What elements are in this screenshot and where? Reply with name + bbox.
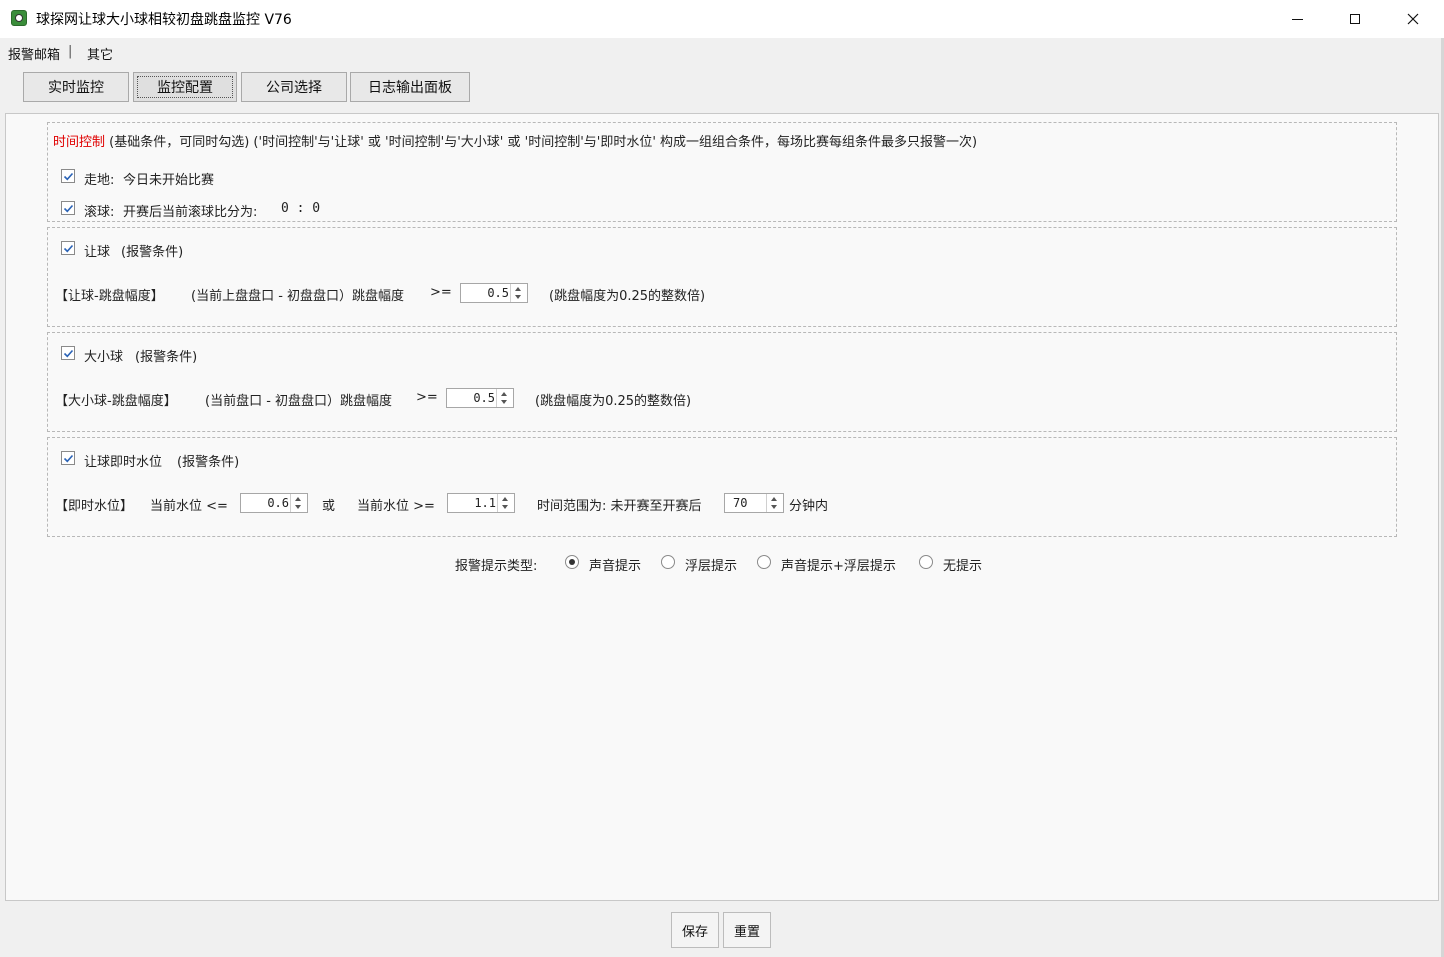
spinner-arrows[interactable] <box>497 494 514 512</box>
save-button[interactable]: 保存 <box>671 912 719 948</box>
tab-log-output[interactable]: 日志输出面板 <box>350 72 470 102</box>
checkmark-icon <box>63 172 73 180</box>
spin-down-icon <box>502 505 508 509</box>
spin-up-icon <box>771 497 777 501</box>
rolling-score: 0 : 0 <box>281 201 321 216</box>
odds-suffix: (报警条件) <box>177 455 240 470</box>
spin-down-icon <box>515 295 521 299</box>
alert-type-label: 报警提示类型: <box>455 559 538 574</box>
radio-sound-label[interactable]: 声音提示 <box>589 555 641 574</box>
handicap-jump-value: 0.5 <box>487 286 509 300</box>
spin-down-icon <box>295 505 301 509</box>
odds-high-label: 当前水位 >= <box>357 499 435 514</box>
radio-sound-overlay[interactable] <box>757 555 771 569</box>
overunder-operator: >= <box>416 390 438 405</box>
odds-high-spinner[interactable]: 1.1 <box>447 493 515 513</box>
overunder-row-label: 【大小球-跳盘幅度】 <box>55 394 177 409</box>
odds-or-label: 或 <box>322 499 336 514</box>
menu-other[interactable]: 其它 <box>87 44 113 63</box>
spin-up-icon <box>502 497 508 501</box>
spin-down-icon <box>501 400 507 404</box>
handicap-operator: >= <box>430 285 452 300</box>
minimize-icon <box>1291 18 1303 20</box>
odds-low-spinner[interactable]: 0.6 <box>240 493 308 513</box>
odds-checkbox[interactable] <box>61 451 75 465</box>
handicap-hint: (跳盘幅度为0.25的整数倍) <box>549 289 706 304</box>
spin-up-icon <box>501 392 507 396</box>
menu-separator: | <box>68 44 73 59</box>
checkmark-icon <box>63 454 73 462</box>
tab-realtime-monitor[interactable]: 实时监控 <box>23 72 129 102</box>
handicap-jump-spinner[interactable]: 0.5 <box>460 283 528 303</box>
close-icon <box>1407 13 1419 25</box>
odds-high-value: 1.1 <box>474 496 496 510</box>
spinner-arrows[interactable] <box>290 494 307 512</box>
overunder-label: 大小球 <box>84 350 124 365</box>
minimize-button[interactable] <box>1268 0 1326 38</box>
odds-label: 让球即时水位 <box>84 455 163 470</box>
overunder-jump-value: 0.5 <box>473 391 495 405</box>
odds-row-label: 【即时水位】 <box>55 499 134 514</box>
spinner-arrows[interactable] <box>766 494 783 512</box>
tab-company-select[interactable]: 公司选择 <box>241 72 347 102</box>
odds-low-value: 0.6 <box>267 496 289 510</box>
maximize-icon <box>1350 14 1360 24</box>
radio-sound[interactable] <box>565 555 579 569</box>
overunder-group <box>47 332 1397 432</box>
time-control-heading: 时间控制 <box>53 135 106 150</box>
checkmark-icon <box>63 349 73 357</box>
handicap-formula: (当前上盘盘口 - 初盘盘口）跳盘幅度 <box>191 289 405 304</box>
walk-label: 走地: <box>84 173 115 188</box>
rolling-text: 开赛后当前滚球比分为: <box>123 205 258 220</box>
minutes-value: 70 <box>733 496 748 510</box>
menu-alert-email[interactable]: 报警邮箱 <box>8 44 60 63</box>
handicap-group <box>47 227 1397 327</box>
spinner-arrows[interactable] <box>510 284 527 302</box>
walk-text: 今日未开始比赛 <box>123 173 215 188</box>
maximize-button[interactable] <box>1326 0 1384 38</box>
spin-down-icon <box>771 505 777 509</box>
title-bar: 球探网让球大小球相较初盘跳盘监控 V76 <box>0 0 1444 38</box>
reset-button[interactable]: 重置 <box>723 912 771 948</box>
window-title: 球探网让球大小球相较初盘跳盘监控 V76 <box>36 12 292 28</box>
tab-monitor-config[interactable]: 监控配置 <box>133 72 237 102</box>
odds-group <box>47 437 1397 537</box>
rolling-label: 滚球: <box>84 205 115 220</box>
walk-checkbox[interactable] <box>61 169 75 183</box>
overunder-checkbox[interactable] <box>61 346 75 360</box>
spin-up-icon <box>515 287 521 291</box>
minutes-select[interactable]: 70 <box>724 493 784 513</box>
radio-overlay-label[interactable]: 浮层提示 <box>685 555 737 574</box>
time-control-header: 时间控制 (基础条件，可同时勾选) ('时间控制'与'让球' 或 '时间控制'与… <box>53 131 977 150</box>
spin-up-icon <box>295 497 301 501</box>
handicap-checkbox[interactable] <box>61 241 75 255</box>
radio-none-label[interactable]: 无提示 <box>943 555 982 574</box>
checkmark-icon <box>63 204 73 212</box>
odds-range-label: 时间范围为: 未开赛至开赛后 <box>537 499 702 514</box>
time-control-description: (基础条件，可同时勾选) ('时间控制'与'让球' 或 '时间控制'与'大小球'… <box>105 135 978 150</box>
handicap-label: 让球 <box>84 245 111 260</box>
menu-bar: 报警邮箱 | 其它 <box>0 38 1444 65</box>
odds-low-label: 当前水位 <= <box>150 499 228 514</box>
close-button[interactable] <box>1384 0 1442 38</box>
checkmark-icon <box>63 244 73 252</box>
minutes-suffix: 分钟内 <box>789 499 829 514</box>
rolling-checkbox[interactable] <box>61 201 75 215</box>
radio-none[interactable] <box>919 555 933 569</box>
overunder-suffix: (报警条件) <box>135 350 198 365</box>
overunder-formula: (当前盘口 - 初盘盘口）跳盘幅度 <box>205 394 393 409</box>
radio-sound-overlay-label[interactable]: 声音提示+浮层提示 <box>781 555 896 574</box>
spinner-arrows[interactable] <box>496 389 513 407</box>
radio-overlay[interactable] <box>661 555 675 569</box>
overunder-hint: (跳盘幅度为0.25的整数倍) <box>535 394 692 409</box>
handicap-row-label: 【让球-跳盘幅度】 <box>55 289 164 304</box>
app-icon <box>11 10 27 26</box>
overunder-jump-spinner[interactable]: 0.5 <box>446 388 514 408</box>
handicap-suffix: (报警条件) <box>121 245 184 260</box>
